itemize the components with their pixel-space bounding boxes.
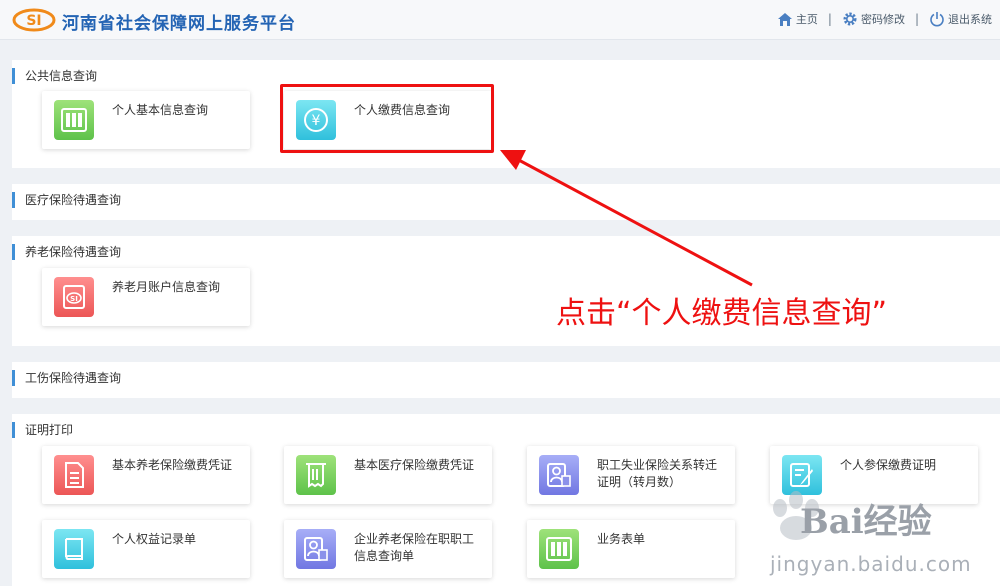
home-icon [777,12,792,26]
nav-separator: | [914,12,919,26]
home-link[interactable]: 主页 [777,11,818,27]
card-label: 企业养老保险在职职工信息查询单 [354,532,475,563]
logout-link[interactable]: 退出系统 [929,11,992,27]
logout-label: 退出系统 [948,13,992,26]
card-pension-payment-voucher[interactable]: 基本养老保险缴费凭证 [42,446,250,504]
section-title: 医疗保险待遇查询 [12,192,121,208]
columns-icon [539,529,579,569]
si-document-icon: SI [54,277,94,317]
si-logo: SI [12,8,56,32]
nav-separator: | [827,12,832,26]
password-change-link[interactable]: 密码修改 [842,11,905,27]
receipt-icon [296,455,336,495]
section-title: 工伤保险待遇查询 [12,370,121,386]
card-personal-basic-info[interactable]: 个人基本信息查询 [42,91,250,149]
site-title: 河南省社会保障网上服务平台 [62,14,296,34]
card-label: 基本养老保险缴费凭证 [112,458,233,472]
section-medical: 医疗保险待遇查询 [12,184,1000,220]
card-label: 个人基本信息查询 [112,103,209,117]
book-icon [54,529,94,569]
card-unemployment-transfer-proof[interactable]: 职工失业保险关系转迁证明（转月数） [527,446,735,504]
card-medical-payment-voucher[interactable]: 基本医疗保险缴费凭证 [284,446,492,504]
svg-text:SI: SI [70,295,78,303]
svg-text:SI: SI [26,13,41,29]
card-business-forms[interactable]: 业务表单 [527,520,735,578]
annotation-text: 点击“个人缴费信息查询” [556,296,888,331]
card-label: 业务表单 [597,532,646,546]
person-document-icon [539,455,579,495]
edit-document-icon [782,455,822,495]
top-nav: 主页 | 密码修改 | 退出系统 [777,9,992,29]
card-personal-rights-record[interactable]: 个人权益记录单 [42,520,250,578]
gear-icon [843,12,857,26]
section-title: 证明打印 [12,422,73,438]
password-change-label: 密码修改 [860,13,905,26]
top-bar: SI 河南省社会保障网上服务平台 主页 | 密码修改 | 退出系统 [0,0,1000,40]
card-enterprise-employee-info[interactable]: 企业养老保险在职职工信息查询单 [284,520,492,578]
document-icon [54,455,94,495]
card-label: 个人权益记录单 [112,532,197,546]
watermark-text: Bai经验 [800,502,932,542]
card-label: 养老月账户信息查询 [112,280,221,294]
section-work-injury: 工伤保险待遇查询 [12,362,1000,398]
home-label: 主页 [795,13,818,26]
section-title: 公共信息查询 [12,68,97,84]
card-label: 职工失业保险关系转迁证明（转月数） [597,458,718,489]
card-pension-account-info[interactable]: SI 养老月账户信息查询 [42,268,250,326]
highlight-box [280,84,494,153]
card-label: 个人参保缴费证明 [840,458,937,472]
columns-icon [54,100,94,140]
section-title: 养老保险待遇查询 [12,244,121,260]
section-public-info: 公共信息查询 个人基本信息查询 ¥ 个人缴费信息查询 [12,60,1000,168]
power-icon [930,12,944,27]
watermark-url: jingyan.baidu.com [770,552,972,576]
card-label: 基本医疗保险缴费凭证 [354,458,475,472]
person-document-icon [296,529,336,569]
